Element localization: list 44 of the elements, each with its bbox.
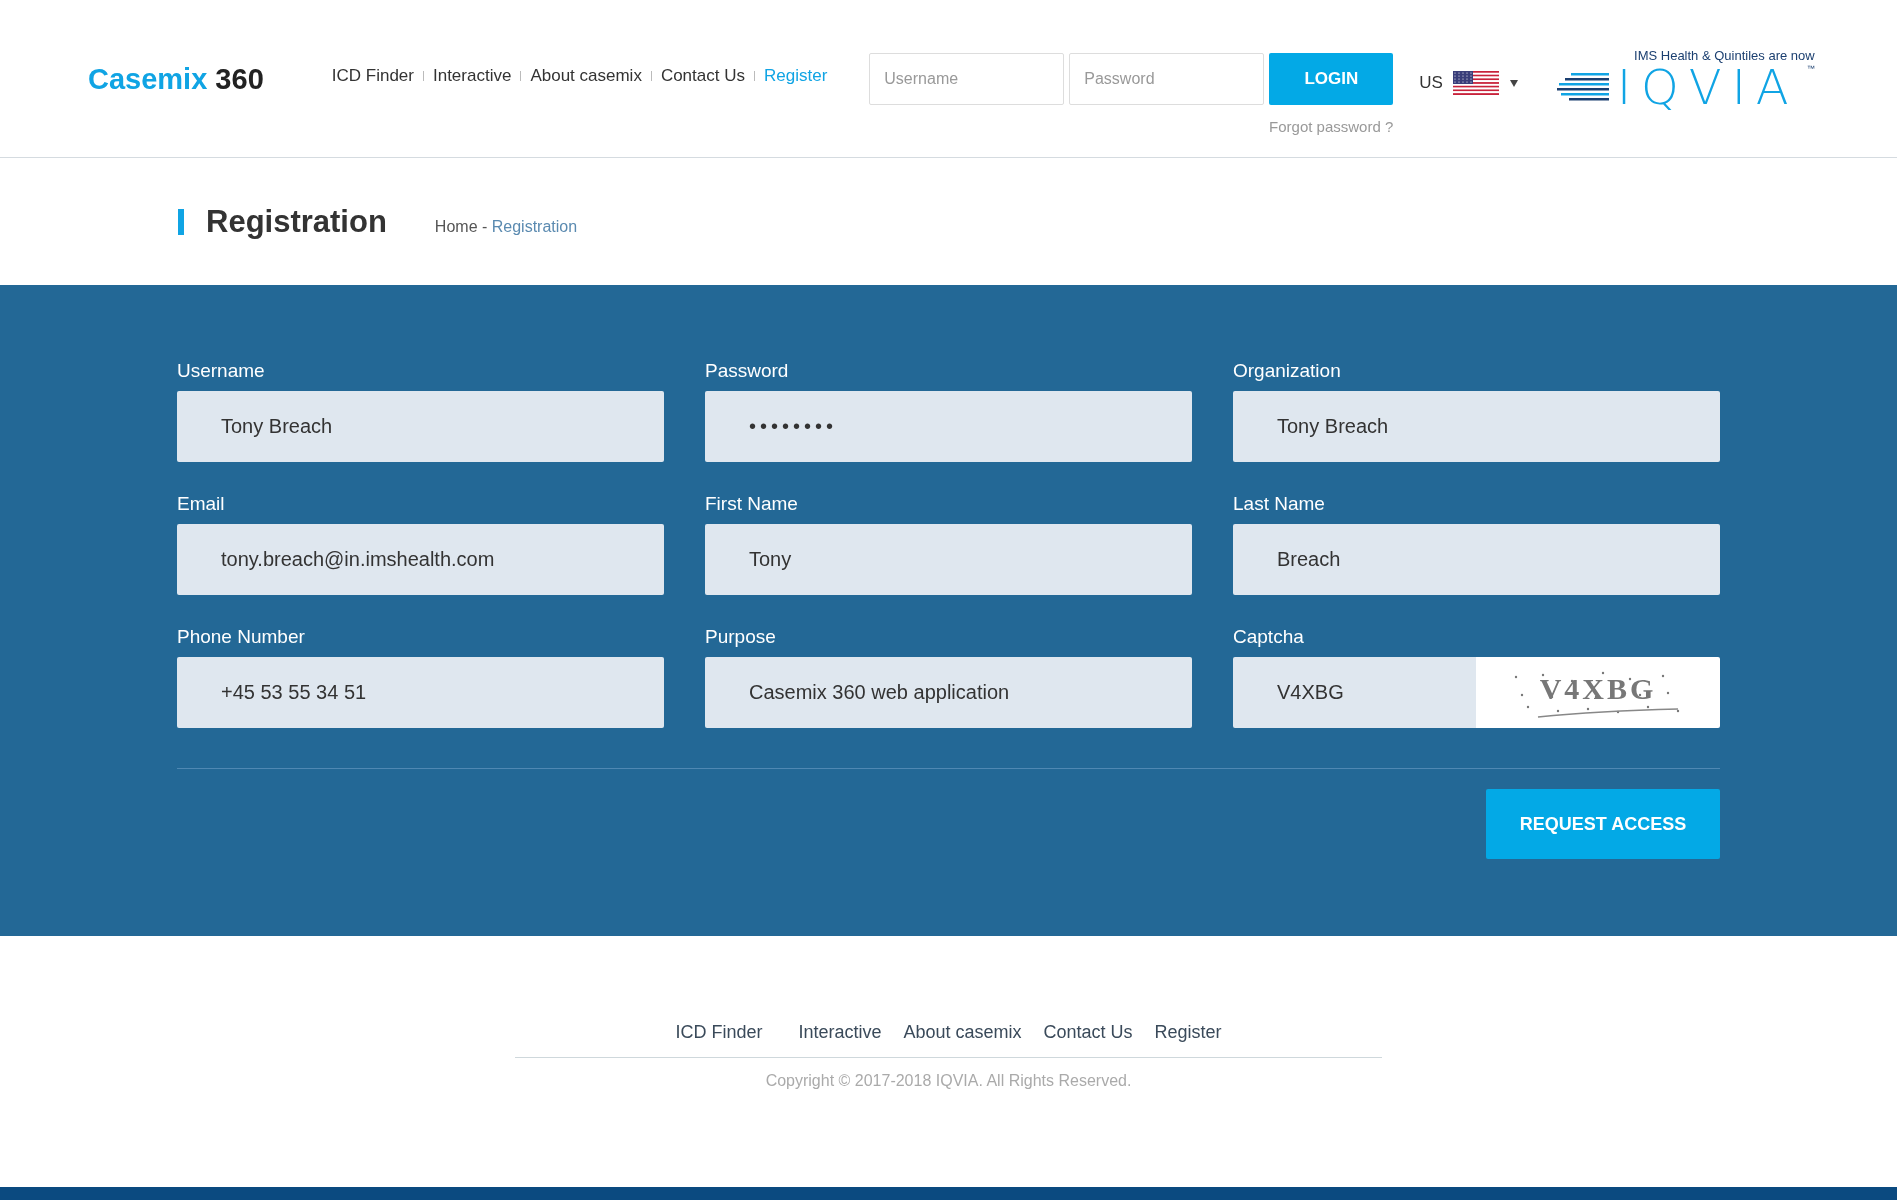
username-field[interactable]: Username [869, 53, 1065, 105]
field-label: Password [705, 360, 790, 382]
password-field[interactable]: Password [1069, 53, 1265, 105]
input-field[interactable]: +45 53 55 34 51 [177, 657, 664, 728]
input-field[interactable]: Breach [1233, 524, 1720, 595]
nav-link[interactable]: ICD Finder [331, 66, 414, 86]
flag-icon[interactable] [1452, 71, 1499, 95]
country-label[interactable]: US [1419, 73, 1443, 93]
footer-link[interactable]: ICD Finder [675, 1022, 763, 1043]
footer-link[interactable]: Contact Us [1043, 1022, 1133, 1043]
footer-link[interactable]: Interactive [798, 1022, 882, 1043]
breadcrumb-link[interactable]: Home [434, 217, 478, 235]
field-label: Last Name [1233, 493, 1326, 515]
site-logo[interactable]: Casemix 360 [88, 63, 264, 96]
title-accent-bar [178, 208, 184, 235]
field-label: Purpose [705, 626, 777, 648]
captcha-field[interactable]: V4XBG [1233, 657, 1476, 728]
stripes-icon [1556, 72, 1609, 102]
page-title: Registration [206, 203, 387, 240]
input-field[interactable]: Tony Breach [1233, 391, 1720, 462]
field-label: Email [177, 493, 226, 515]
trademark-mark: ™ [1806, 64, 1815, 73]
nav-link[interactable]: Interactive [432, 66, 512, 86]
field-label: Organization [1233, 360, 1342, 382]
field-label: First Name [705, 493, 799, 515]
field-label: Phone Number [177, 626, 306, 648]
footer-link[interactable]: About casemix [903, 1022, 1022, 1043]
input-field[interactable]: •••••••• [705, 391, 1192, 462]
input-field[interactable]: tony.breach@in.imshealth.com [177, 524, 664, 595]
captcha-image: V4XBG [1508, 666, 1688, 719]
field-label: Captcha [1233, 626, 1305, 648]
partner-tagline: IMS Health & Quintiles are now [1634, 48, 1815, 63]
copyright-text: Copyright © 2017-2018 IQVIA. All Rights Reserved. [765, 1072, 1132, 1090]
partner-logo-text: IQVIA [1616, 64, 1799, 110]
input-field[interactable]: Casemix 360 web application [705, 657, 1192, 728]
field-label: Username [177, 360, 266, 382]
footer-link[interactable]: Register [1154, 1022, 1222, 1043]
nav-link[interactable]: Contact Us [660, 66, 745, 86]
breadcrumb-link[interactable]: Registration [491, 217, 578, 235]
input-field[interactable]: Tony [705, 524, 1192, 595]
nav-link[interactable]: About casemix [530, 66, 642, 86]
breadcrumb-separator: - [481, 217, 489, 235]
input-field[interactable]: Tony Breach [177, 391, 664, 462]
caret-icon[interactable] [1508, 79, 1519, 87]
